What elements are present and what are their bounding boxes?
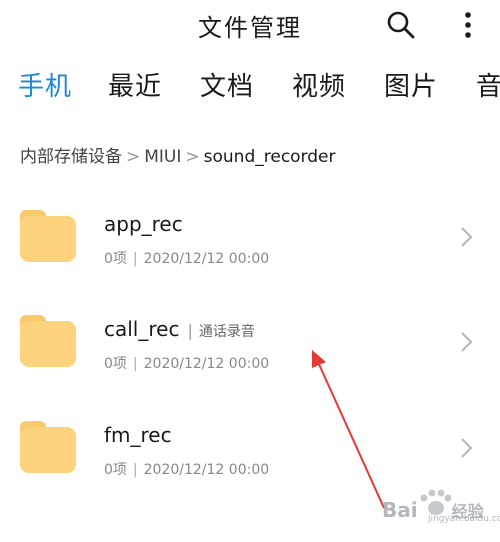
tab-documents[interactable]: 文档 bbox=[200, 66, 254, 103]
tab-images[interactable]: 图片 bbox=[384, 66, 438, 103]
modified-date: 2020/12/12 00:00 bbox=[143, 356, 270, 372]
tab-recent[interactable]: 最近 bbox=[108, 66, 162, 103]
watermark-url: jingyan.baidu.com bbox=[428, 514, 500, 524]
category-tabs: 手机 最近 文档 视频 图片 音 bbox=[0, 66, 500, 110]
file-meta: 0项 | 2020/12/12 00:00 bbox=[104, 248, 269, 268]
list-item[interactable]: call_rec | 通话录音 0项 | 2020/12/12 00:00 bbox=[0, 305, 500, 395]
file-manager-screen: 文件管理 手机 最近 文档 视频 图片 音 内部存储设备 > MIUI > sound_… bbox=[0, 0, 500, 542]
search-icon[interactable] bbox=[385, 9, 417, 41]
file-meta: 0项 | 2020/12/12 00:00 bbox=[104, 353, 269, 373]
chevron-right-icon bbox=[458, 433, 476, 463]
file-name: call_rec bbox=[104, 317, 180, 341]
breadcrumb-item-internal-storage[interactable]: 内部存储设备 bbox=[20, 147, 122, 167]
modified-date: 2020/12/12 00:00 bbox=[143, 251, 270, 267]
item-count: 0项 bbox=[104, 462, 127, 478]
more-vertical-icon[interactable] bbox=[454, 9, 482, 41]
app-header: 文件管理 bbox=[0, 0, 500, 52]
tab-audio[interactable]: 音 bbox=[476, 66, 500, 103]
page-title: 文件管理 bbox=[198, 14, 302, 42]
file-name-row: call_rec | 通话录音 bbox=[104, 317, 255, 341]
file-name: app_rec bbox=[104, 212, 183, 236]
folder-icon bbox=[20, 210, 76, 262]
folder-icon bbox=[20, 315, 76, 367]
breadcrumb-separator: > bbox=[126, 147, 141, 167]
tag-separator: | bbox=[187, 321, 193, 340]
breadcrumb-item-miui[interactable]: MIUI bbox=[144, 147, 181, 167]
tab-videos[interactable]: 视频 bbox=[292, 66, 346, 103]
file-meta: 0项 | 2020/12/12 00:00 bbox=[104, 459, 269, 479]
breadcrumb: 内部存储设备 > MIUI > sound_recorder bbox=[20, 142, 336, 167]
folder-tag: 通话录音 bbox=[198, 324, 255, 340]
modified-date: 2020/12/12 00:00 bbox=[143, 462, 270, 478]
file-name: fm_rec bbox=[104, 423, 172, 447]
meta-separator: | bbox=[132, 356, 138, 372]
item-count: 0项 bbox=[104, 356, 127, 372]
meta-separator: | bbox=[132, 462, 138, 478]
breadcrumb-separator: > bbox=[185, 147, 200, 167]
folder-icon bbox=[20, 421, 76, 473]
tab-phone[interactable]: 手机 bbox=[18, 66, 72, 103]
breadcrumb-item-sound-recorder: sound_recorder bbox=[203, 147, 336, 167]
baidu-watermark: Bai经验 jingyan.baidu.com bbox=[382, 488, 500, 532]
item-count: 0项 bbox=[104, 251, 127, 267]
chevron-right-icon bbox=[458, 327, 476, 357]
meta-separator: | bbox=[132, 251, 138, 267]
chevron-right-icon bbox=[458, 222, 476, 252]
list-item[interactable]: app_rec 0项 | 2020/12/12 00:00 bbox=[0, 200, 500, 290]
